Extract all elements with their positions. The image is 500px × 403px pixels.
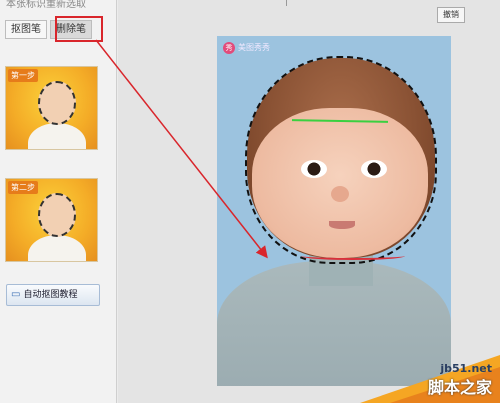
callout-arrow — [95, 39, 268, 259]
site-name: 脚本之家 — [427, 378, 492, 397]
site-watermark: jb51.net 脚本之家 — [360, 355, 500, 403]
